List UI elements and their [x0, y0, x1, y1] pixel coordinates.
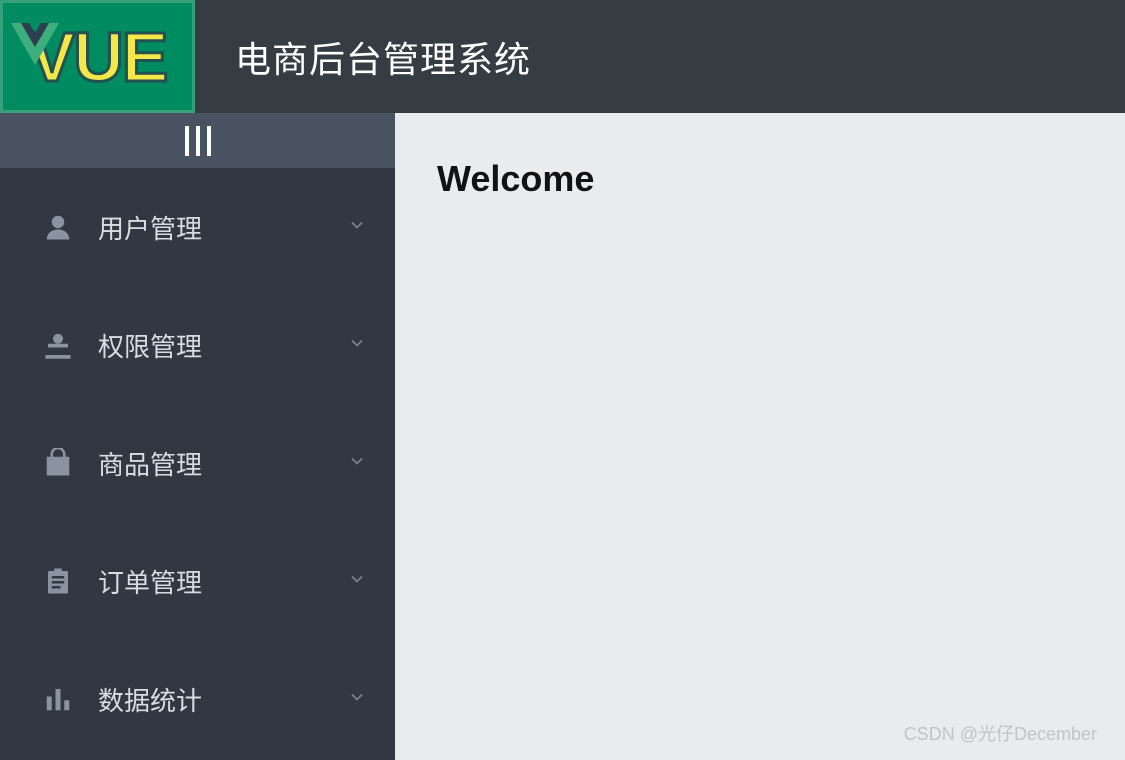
sidebar-item-users[interactable]: 用户管理 — [0, 168, 395, 286]
permission-icon — [40, 327, 76, 363]
page-title: 电商后台管理系统 — [235, 31, 531, 83]
sidebar-item-reports[interactable]: 数据统计 — [0, 640, 395, 758]
sidebar-item-orders[interactable]: 订单管理 — [0, 522, 395, 640]
sidebar-item-label: 订单管理 — [98, 563, 347, 600]
sidebar-collapse-toggle[interactable] — [0, 113, 395, 168]
watermark: CSDN @光仔December — [904, 720, 1097, 746]
sidebar-item-label: 商品管理 — [98, 445, 347, 482]
body: 用户管理 权限管理 商品管理 — [0, 113, 1125, 760]
sidebar: 用户管理 权限管理 商品管理 — [0, 113, 395, 760]
chevron-down-icon — [347, 215, 367, 240]
main-content: Welcome — [395, 113, 1125, 760]
chevron-down-icon — [347, 333, 367, 358]
sidebar-item-goods[interactable]: 商品管理 — [0, 404, 395, 522]
sidebar-item-label: 用户管理 — [98, 209, 347, 246]
sidebar-item-label: 数据统计 — [98, 681, 347, 718]
vue-logo-icon — [11, 23, 59, 65]
chevron-down-icon — [347, 451, 367, 476]
welcome-heading: Welcome — [437, 158, 1083, 200]
chevron-down-icon — [347, 569, 367, 594]
sidebar-item-label: 权限管理 — [98, 327, 347, 364]
header: VUE 电商后台管理系统 — [0, 0, 1125, 113]
user-icon — [40, 209, 76, 245]
goods-icon — [40, 445, 76, 481]
chevron-down-icon — [347, 687, 367, 712]
logo: VUE — [0, 0, 195, 113]
sidebar-item-permissions[interactable]: 权限管理 — [0, 286, 395, 404]
order-icon — [40, 563, 76, 599]
collapse-icon — [185, 126, 211, 156]
report-icon — [40, 681, 76, 717]
